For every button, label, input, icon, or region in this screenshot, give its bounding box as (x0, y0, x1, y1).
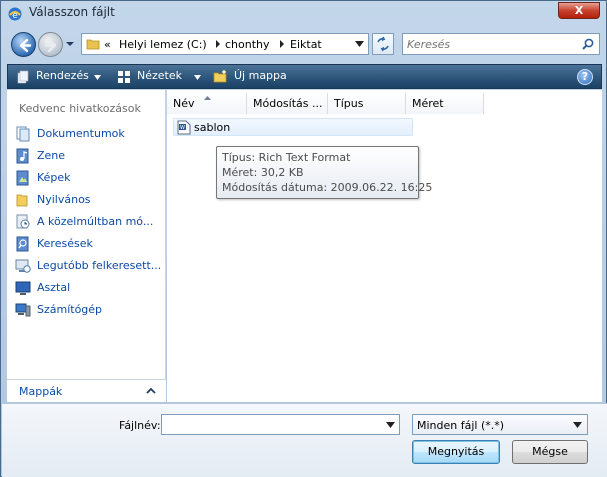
cancel-button[interactable]: Mégse (512, 440, 588, 464)
favorite-label: Asztal (37, 281, 71, 294)
address-dropdown-icon[interactable] (355, 41, 364, 47)
forward-button[interactable] (38, 32, 63, 57)
breadcrumb-drive[interactable]: Helyi lemez (C:) (119, 38, 207, 51)
recent-pages-dropdown-icon[interactable] (65, 39, 75, 49)
address-bar[interactable]: « Helyi lemez (C:) chonthy Eiktat (81, 33, 369, 55)
favorite-link-desktop[interactable]: Asztal (15, 278, 163, 298)
window-title: Válasszon fájlt (29, 5, 115, 19)
svg-text:W: W (180, 125, 185, 131)
organize-button[interactable]: Rendezés (36, 69, 89, 82)
search-icon[interactable] (581, 37, 595, 51)
folders-label: Mappák (19, 385, 63, 398)
favorite-label: A közelmúltban mó... (37, 215, 154, 228)
file-info-tooltip: Típus: Rich Text Format Méret: 30,2 KB M… (216, 146, 432, 199)
column-header-name[interactable]: Név (167, 93, 247, 114)
refresh-icon (377, 36, 389, 52)
favorite-link-recent-places[interactable]: Legutóbb felkeresett... (15, 256, 163, 276)
searches-icon (16, 236, 29, 252)
recent-places-icon (15, 259, 31, 273)
file-row[interactable]: W sablon (173, 118, 413, 136)
new-folder-button[interactable]: Új mappa (234, 69, 287, 82)
filename-field[interactable] (161, 414, 400, 435)
tooltip-type: Típus: Rich Text Format (222, 151, 351, 164)
sort-ascending-icon (204, 96, 211, 100)
public-folder-icon (16, 194, 28, 207)
music-icon (16, 148, 29, 164)
breadcrumb-current[interactable]: Eiktat (290, 38, 322, 51)
views-icon (118, 71, 130, 83)
tooltip-modified: Módosítás dátuma: 2009.06.22. 16:25 (222, 181, 433, 194)
dialog-bottom-bar: Fájlnév: Minden fájl (*.*) Megnyitás Még… (2, 403, 607, 477)
tooltip-size: Méret: 30,2 KB (222, 166, 304, 179)
refresh-button[interactable] (372, 33, 394, 55)
file-type-filter[interactable]: Minden fájl (*.*) (412, 414, 588, 435)
open-button[interactable]: Megnyitás (412, 440, 500, 464)
views-dropdown-icon[interactable] (194, 75, 201, 80)
organize-dropdown-icon[interactable] (94, 75, 101, 80)
column-header-type[interactable]: Típus (328, 93, 406, 114)
filename-label: Fájlnév: (119, 419, 161, 432)
file-open-dialog: e Válasszon fájlt X « Helyi lemez (C:) c… (0, 0, 607, 477)
column-label: Típus (334, 97, 364, 110)
close-icon: X (574, 4, 584, 17)
file-list-pane: Név Módosítás ... Típus Méret W sablon T… (167, 90, 602, 402)
breadcrumb-folder[interactable]: chonthy (225, 38, 270, 51)
back-arrow-icon (19, 38, 32, 53)
search-box[interactable] (402, 33, 600, 55)
favorite-link-pictures[interactable]: Képek (15, 168, 163, 188)
favorite-label: Legutóbb felkeresett... (37, 259, 162, 272)
favorite-label: Keresések (37, 237, 93, 250)
favorite-label: Képek (37, 171, 71, 184)
documents-icon (16, 126, 30, 142)
favorite-link-recently-changed[interactable]: A közelmúltban mó... (15, 212, 163, 232)
favorite-link-searches[interactable]: Keresések (15, 234, 163, 254)
column-label: Név (173, 97, 195, 110)
back-button[interactable] (11, 32, 36, 57)
breadcrumb-separator-icon[interactable] (279, 40, 285, 48)
filename-dropdown-icon[interactable] (386, 422, 395, 428)
folders-toggle[interactable]: Mappák (7, 379, 166, 402)
recently-changed-icon (16, 214, 30, 229)
breadcrumb-overflow[interactable]: « (104, 38, 111, 51)
favorite-label: Nyilvános (37, 193, 91, 206)
folder-icon (86, 39, 100, 50)
favorite-link-public[interactable]: Nyilvános (15, 190, 163, 210)
navigation-pane: Kedvenc hivatkozások Dokumentumok Zene K… (7, 90, 166, 402)
favorite-label: Zene (37, 149, 66, 162)
svg-text:e: e (12, 11, 18, 21)
search-input[interactable] (407, 37, 575, 52)
forward-arrow-icon (44, 38, 57, 53)
column-header-size[interactable]: Méret (406, 93, 484, 114)
filter-value: Minden fájl (*.*) (417, 419, 505, 432)
favorite-link-music[interactable]: Zene (15, 146, 163, 166)
file-name: sablon (194, 121, 231, 134)
command-toolbar: Rendezés Nézetek Új mappa ? (7, 64, 602, 89)
breadcrumb-separator-icon[interactable] (215, 40, 221, 48)
word-document-icon: W (177, 120, 191, 135)
chevron-up-icon[interactable] (146, 387, 156, 394)
column-label: Módosítás ... (253, 97, 323, 110)
favorite-link-computer[interactable]: Számítógép (15, 300, 163, 320)
favorite-label: Dokumentumok (37, 127, 125, 140)
desktop-icon (15, 281, 31, 295)
column-label: Méret (412, 97, 444, 110)
favorite-label: Számítógép (37, 303, 103, 316)
close-button[interactable]: X (558, 2, 600, 19)
title-bar: e Válasszon fájlt X (1, 1, 606, 27)
new-folder-icon (213, 70, 227, 83)
help-button[interactable]: ? (577, 69, 593, 85)
organize-icon (17, 70, 29, 84)
favorite-links-header: Kedvenc hivatkozások (19, 102, 141, 115)
views-button[interactable]: Nézetek (137, 69, 182, 82)
app-icon: e (8, 7, 22, 21)
computer-icon (15, 303, 31, 317)
favorite-link-documents[interactable]: Dokumentumok (15, 124, 163, 144)
chevron-down-icon[interactable] (573, 422, 582, 428)
pictures-icon (16, 170, 29, 186)
column-header-modified[interactable]: Módosítás ... (247, 93, 328, 114)
